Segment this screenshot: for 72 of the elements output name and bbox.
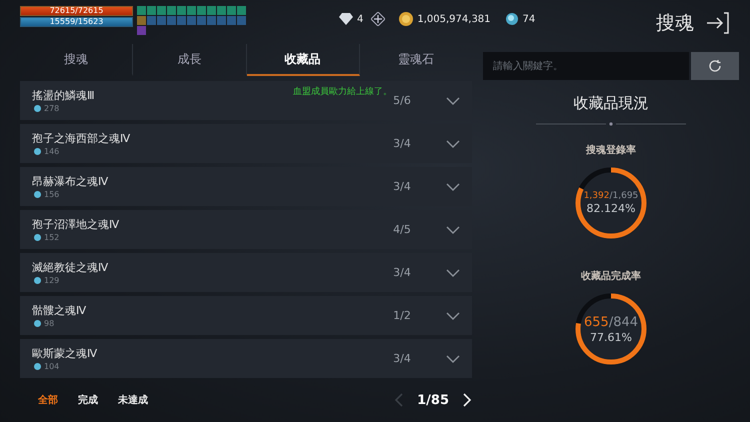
add-icon[interactable] (371, 12, 386, 26)
collection-row[interactable]: 歐斯蒙之魂Ⅳ 104 3/4 (20, 339, 472, 378)
chevron-down-icon[interactable] (446, 226, 460, 234)
collection-name: 骷髏之魂Ⅳ (32, 303, 86, 318)
chevron-down-icon[interactable] (446, 96, 460, 104)
progress-count: 3/4 (392, 352, 412, 365)
progress-count: 3/4 (392, 266, 412, 279)
ratio-text: 1,392/1,695 (584, 191, 638, 201)
diamond-icon (339, 13, 353, 25)
collection-name: 孢子之海西部之魂Ⅳ (32, 131, 130, 146)
chevron-down-icon[interactable] (446, 182, 460, 190)
page-title: 搜魂 (656, 11, 694, 36)
collection-row[interactable]: 骷髏之魂Ⅳ 98 1/2 (20, 296, 472, 335)
currency-amount: 4 (357, 14, 364, 24)
gem-icon (34, 363, 41, 370)
next-page-icon[interactable] (463, 393, 472, 407)
health-bar: 72615/72615 (20, 6, 133, 16)
points-value: 152 (44, 233, 60, 242)
gem-icon (34, 320, 41, 327)
collection-name: 歐斯蒙之魂Ⅳ (32, 346, 98, 361)
search-field[interactable]: 請輸入關鍵字。 (483, 52, 689, 80)
points-value: 278 (44, 104, 60, 113)
stat-label: 搜魂登錄率 (586, 143, 636, 157)
ratio-text: 655/844 (584, 314, 638, 330)
exit-icon[interactable] (706, 12, 730, 34)
gem-icon (504, 12, 519, 26)
collection-row[interactable]: 滅絕教徒之魂Ⅳ 129 3/4 (20, 253, 472, 292)
currency-amount: 74 (522, 14, 536, 24)
filter-tab[interactable]: 完成 (78, 393, 98, 407)
gem-icon (34, 277, 41, 284)
progress-count: 4/5 (392, 223, 412, 236)
filter-tab[interactable]: 未達成 (118, 393, 148, 407)
percent-text: 82.124% (586, 202, 636, 215)
collection-name: 孢子沼澤地之魂Ⅳ (32, 217, 120, 232)
currency-amount: 1,005,974,381 (417, 14, 491, 24)
gem-icon (34, 148, 41, 155)
tab[interactable]: 成長 (133, 44, 246, 76)
progress-count: 5/6 (392, 94, 412, 107)
percent-text: 77.61% (590, 330, 632, 344)
tab[interactable]: 收藏品 (246, 44, 360, 76)
points-value: 146 (44, 147, 60, 156)
chevron-down-icon[interactable] (446, 354, 460, 362)
stat-label: 收藏品完成率 (581, 269, 641, 283)
progress-count: 3/4 (392, 137, 412, 150)
summary-title: 收藏品現況 (574, 94, 648, 113)
points-value: 156 (44, 190, 60, 199)
refresh-icon (708, 59, 722, 73)
progress-count: 1/2 (392, 309, 412, 322)
collection-name: 滅絕教徒之魂Ⅳ (32, 260, 108, 275)
collection-row[interactable]: 搖盪的鱗魂Ⅲ 278 血盟成員歐力給上線了。 5/6 (20, 81, 472, 120)
chevron-down-icon[interactable] (446, 312, 460, 320)
collection-name: 搖盪的鱗魂Ⅲ (32, 88, 95, 103)
filter-tab[interactable]: 全部 (38, 393, 58, 407)
notification-text: 血盟成員歐力給上線了。 (293, 86, 392, 98)
gem-icon (34, 191, 41, 198)
collection-name: 昂赫瀑布之魂Ⅳ (32, 174, 108, 189)
refresh-button[interactable] (691, 52, 739, 80)
chevron-down-icon[interactable] (446, 140, 460, 148)
points-value: 98 (44, 319, 54, 328)
progress-count: 3/4 (392, 180, 412, 193)
points-value: 129 (44, 276, 60, 285)
points-value: 104 (44, 362, 60, 371)
gem-icon (34, 234, 41, 241)
mana-bar: 15559/15623 (20, 17, 133, 27)
collection-row[interactable]: 孢子之海西部之魂Ⅳ 146 3/4 (20, 124, 472, 163)
coin-icon (399, 12, 414, 26)
chevron-down-icon[interactable] (446, 268, 460, 276)
tab[interactable]: 靈魂石 (360, 44, 472, 76)
tab[interactable]: 搜魂 (20, 44, 134, 76)
page-indicator: 1/85 (417, 392, 449, 408)
gem-icon (34, 105, 41, 112)
collection-row[interactable]: 昂赫瀑布之魂Ⅳ 156 3/4 (20, 167, 472, 206)
